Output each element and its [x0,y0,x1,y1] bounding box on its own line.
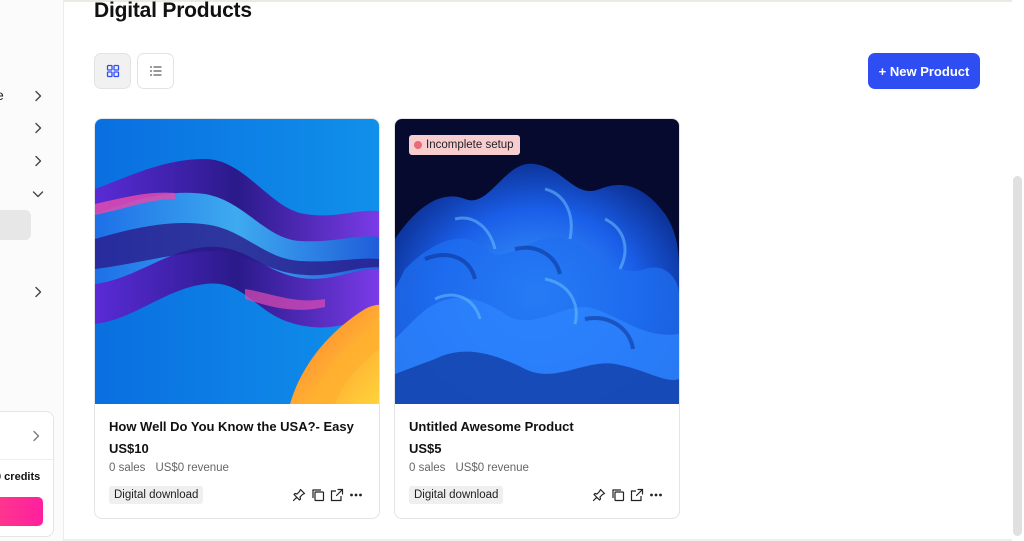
sidebar-item-label: e [0,87,4,103]
product-sales: 0 sales [109,462,146,474]
product-price: US$10 [109,441,149,456]
sidebar-account-card: 0 credits [0,411,55,537]
product-price: US$5 [409,441,442,456]
sidebar: e 0 credits [0,0,64,541]
status-label: Incomplete setup [426,139,514,151]
external-link-icon[interactable] [630,488,644,502]
page-title: Digital Products [94,0,252,22]
product-revenue: US$0 revenue [455,462,529,474]
sidebar-active-item[interactable] [0,210,31,240]
sidebar-account-row[interactable] [0,412,55,460]
chevron-right-icon [31,154,45,168]
product-card[interactable]: How Well Do You Know the USA?- Easy US$1… [94,118,380,519]
upgrade-button[interactable] [0,497,43,526]
sidebar-item-5[interactable] [0,278,63,306]
chevron-right-icon [29,429,43,443]
chevron-right-icon [31,121,45,135]
more-icon[interactable] [349,488,363,502]
grid-view-button[interactable] [94,53,131,89]
product-stats: 0 sales US$0 revenue [409,462,529,474]
status-badge: Incomplete setup [409,135,520,155]
product-title[interactable]: How Well Do You Know the USA?- Easy [109,419,354,434]
sidebar-item-3[interactable] [0,147,63,175]
list-icon [149,64,163,78]
external-link-icon[interactable] [330,488,344,502]
chevron-right-icon [31,285,45,299]
product-image[interactable] [95,119,379,404]
chevron-down-icon [31,187,45,201]
list-view-button[interactable] [137,53,174,89]
duplicate-icon[interactable] [611,488,625,502]
grid-icon [106,64,120,78]
duplicate-icon[interactable] [311,488,325,502]
product-sales: 0 sales [409,462,446,474]
status-dot [414,141,422,149]
more-icon[interactable] [649,488,663,502]
sidebar-item-2[interactable] [0,114,63,142]
product-card[interactable]: Incomplete setup Untitled Awesome Produc… [394,118,680,519]
product-actions [292,486,363,504]
product-type-tag: Digital download [409,486,504,504]
scrollbar-thumb[interactable] [1013,176,1022,536]
product-revenue: US$0 revenue [155,462,229,474]
pin-icon[interactable] [592,488,606,502]
product-type-tag: Digital download [109,486,204,504]
product-title[interactable]: Untitled Awesome Product [409,419,574,434]
chevron-right-icon [31,89,45,103]
product-actions [592,486,663,504]
credits-label: 0 credits [0,471,41,483]
product-stats: 0 sales US$0 revenue [109,462,229,474]
sidebar-item-4[interactable] [0,180,63,208]
sidebar-item-1[interactable]: e [0,82,63,110]
product-image[interactable]: Incomplete setup [395,119,679,404]
new-product-button[interactable]: + New Product [868,53,980,89]
pin-icon[interactable] [292,488,306,502]
